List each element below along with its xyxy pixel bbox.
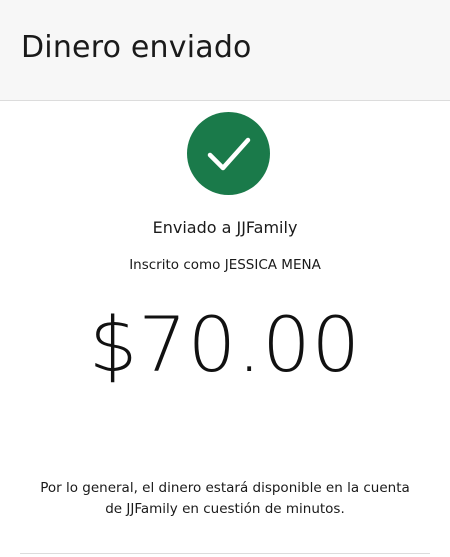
availability-note-line-1: Por lo general, el dinero estará disponi…	[40, 480, 410, 496]
app-header: Dinero enviado	[0, 0, 450, 101]
amount-sent: $70.00	[89, 300, 361, 389]
availability-note-line-2: de JJFamily en cuestión de minutos.	[105, 501, 345, 517]
recipient-label: Enviado a JJFamily	[152, 218, 298, 237]
availability-note: Por lo general, el dinero estará disponi…	[20, 478, 430, 520]
success-badge	[187, 112, 270, 195]
checkmark-icon	[207, 137, 251, 171]
enrolled-name: Inscrito como JESSICA MENA	[129, 257, 321, 273]
divider	[20, 553, 430, 554]
page-title: Dinero enviado	[21, 30, 252, 65]
